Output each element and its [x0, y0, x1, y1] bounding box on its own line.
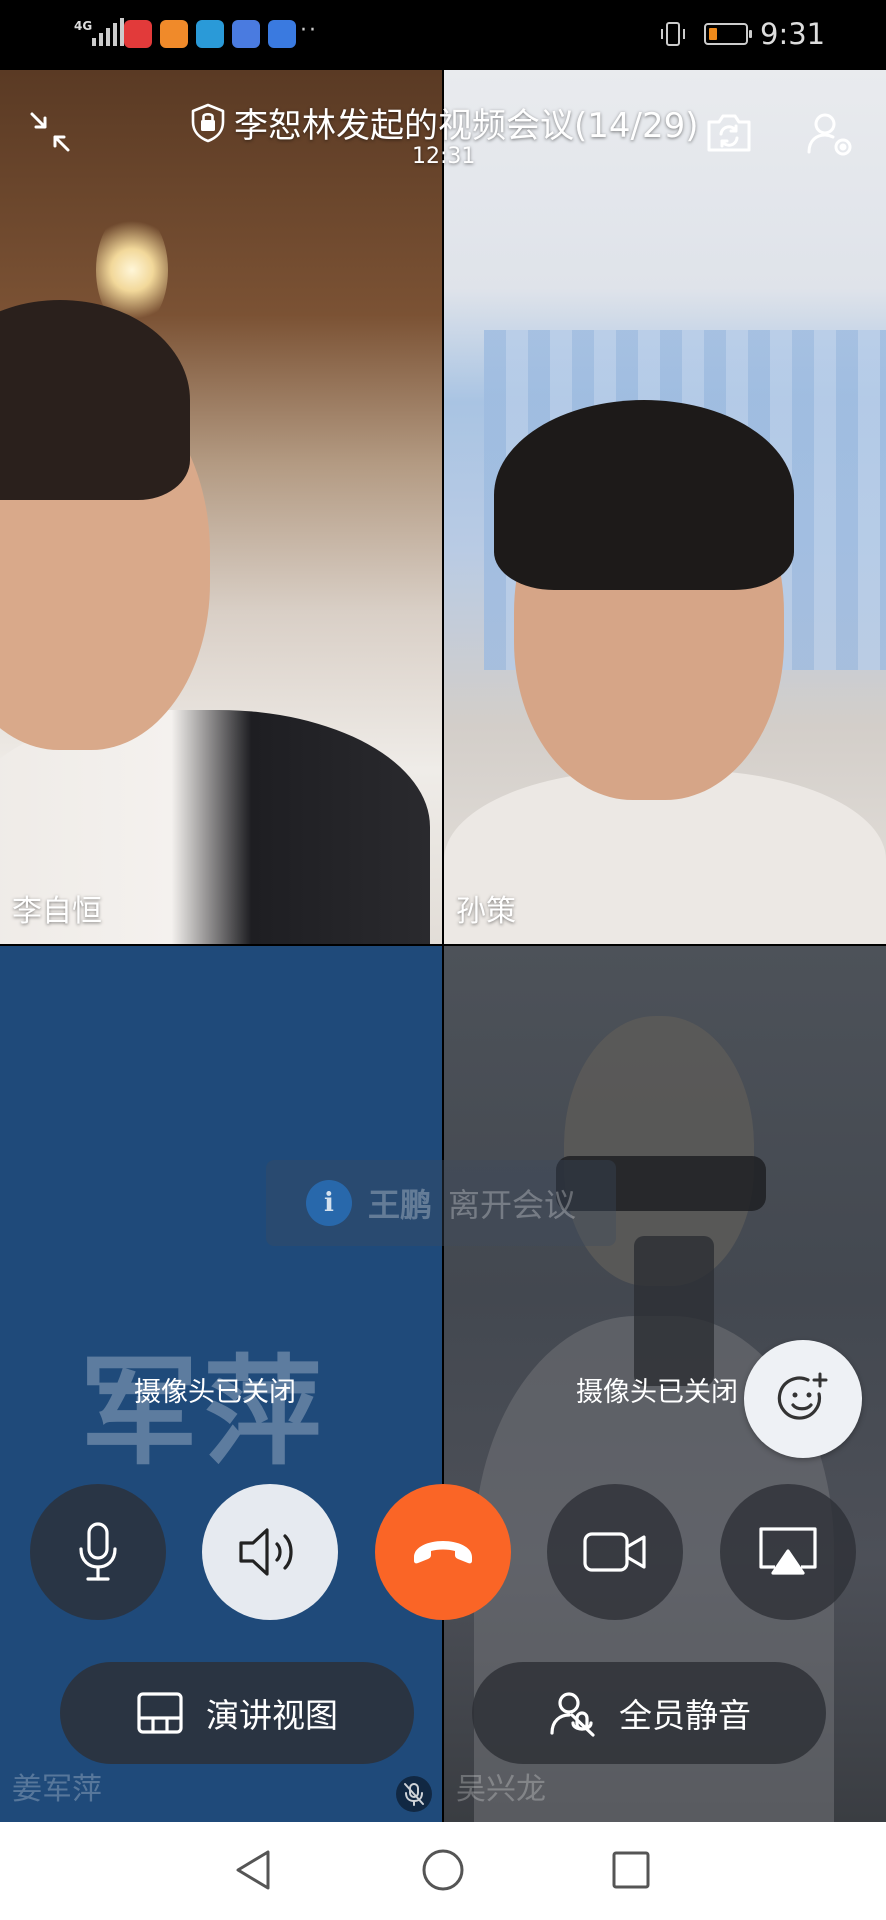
camera-toggle-button[interactable] [547, 1484, 683, 1620]
smile-sparkle-icon [777, 1372, 828, 1420]
mute-all-icon [550, 1692, 595, 1737]
participant-hair [494, 400, 794, 590]
info-icon: i [306, 1180, 352, 1226]
network-type: 4G [74, 19, 93, 33]
meeting-title-text: 李恕林发起的视频会议(14/29) [234, 106, 699, 146]
speaker-button[interactable] [202, 1484, 338, 1620]
mute-all-label: 全员静音 [619, 1696, 751, 1735]
music-app-icon [232, 20, 260, 48]
hang-up-button[interactable] [375, 1484, 511, 1620]
vibrate-icon [661, 22, 685, 46]
shield-lock-icon [191, 103, 225, 142]
mic-muted-icon [396, 1776, 432, 1812]
screen-share-button[interactable] [720, 1484, 856, 1620]
notification-icons [124, 20, 296, 48]
meeting-title: 李恕林发起的视频会议(14/29) [190, 98, 699, 147]
participant-settings-icon[interactable] [804, 108, 856, 160]
participant-hair [0, 300, 190, 500]
status-clock: 9:31 [760, 17, 826, 51]
video-app-icon [124, 20, 152, 48]
video-camera-icon [583, 1532, 646, 1572]
leave-notification-toast: i 王鹏 离开会议 [266, 1160, 616, 1246]
participant-video-tile[interactable]: 孙策 [444, 70, 886, 944]
back-triangle-icon [236, 1850, 270, 1890]
speaker-icon [239, 1528, 293, 1576]
hang-up-icon [414, 1541, 472, 1564]
microphone-icon [79, 1522, 117, 1581]
home-button[interactable] [419, 1846, 467, 1894]
mail-app-icon [196, 20, 224, 48]
player-app-icon [160, 20, 188, 48]
participant-name: 李自恒 [12, 894, 102, 929]
recents-button[interactable] [607, 1846, 655, 1894]
home-circle-icon [422, 1849, 464, 1891]
system-navigation-bar [0, 1822, 886, 1920]
signal-icon [92, 18, 124, 46]
participant-name: 孙策 [456, 894, 516, 929]
participant-video-tile[interactable]: 李自恒 [0, 70, 442, 944]
camera-off-label: 摄像头已关闭 [134, 1377, 296, 1408]
participant-name: 吴兴龙 [456, 1772, 546, 1807]
phone-in-hand [634, 1236, 714, 1386]
toast-message: 离开会议 [448, 1186, 577, 1224]
toast-participant-name: 王鹏 [368, 1186, 433, 1224]
recents-square-icon [612, 1851, 650, 1889]
speaker-view-label: 演讲视图 [206, 1696, 338, 1735]
microphone-button[interactable] [30, 1484, 166, 1620]
minimize-icon[interactable] [26, 108, 74, 156]
participant-name: 姜军萍 [12, 1772, 102, 1807]
back-button[interactable] [230, 1846, 278, 1894]
baidu-app-icon [268, 20, 296, 48]
meeting-duration: 12:31 [412, 144, 476, 169]
screen-share-icon [759, 1527, 817, 1575]
camera-off-label: 摄像头已关闭 [576, 1377, 738, 1408]
battery-icon [704, 23, 752, 45]
layout-icon [137, 1692, 183, 1734]
speaker-view-button[interactable]: 演讲视图 [60, 1662, 414, 1764]
switch-camera-icon[interactable] [704, 108, 754, 158]
reaction-button[interactable] [744, 1340, 862, 1458]
status-bar: 4G ·· 9:31 [0, 0, 886, 70]
more-notifications-icon: ·· [300, 18, 318, 43]
mute-all-button[interactable]: 全员静音 [472, 1662, 826, 1764]
